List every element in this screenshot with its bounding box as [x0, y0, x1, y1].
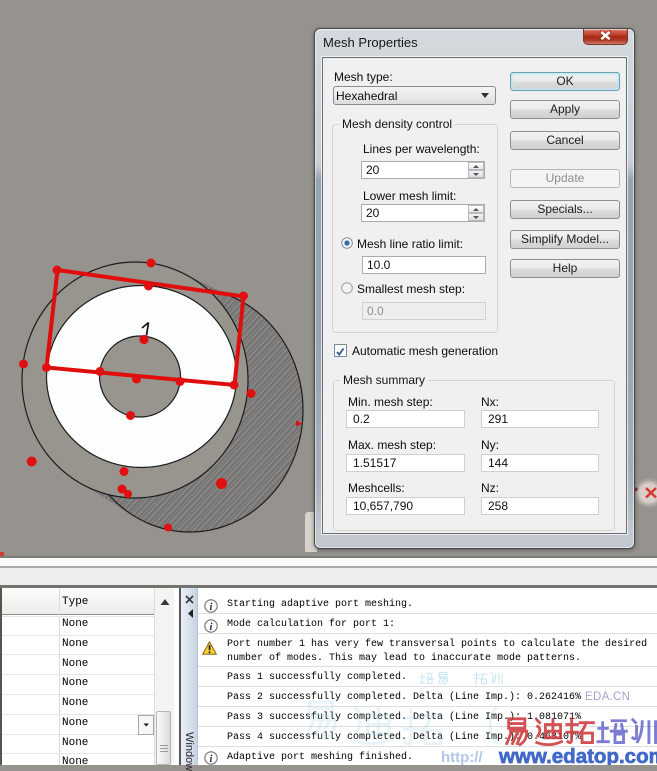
svg-text:EDA.CN: EDA.CN [585, 691, 630, 703]
svg-text:http://: http:// [441, 749, 483, 765]
svg-text:www.edatop.com: www.edatop.com [498, 745, 657, 765]
